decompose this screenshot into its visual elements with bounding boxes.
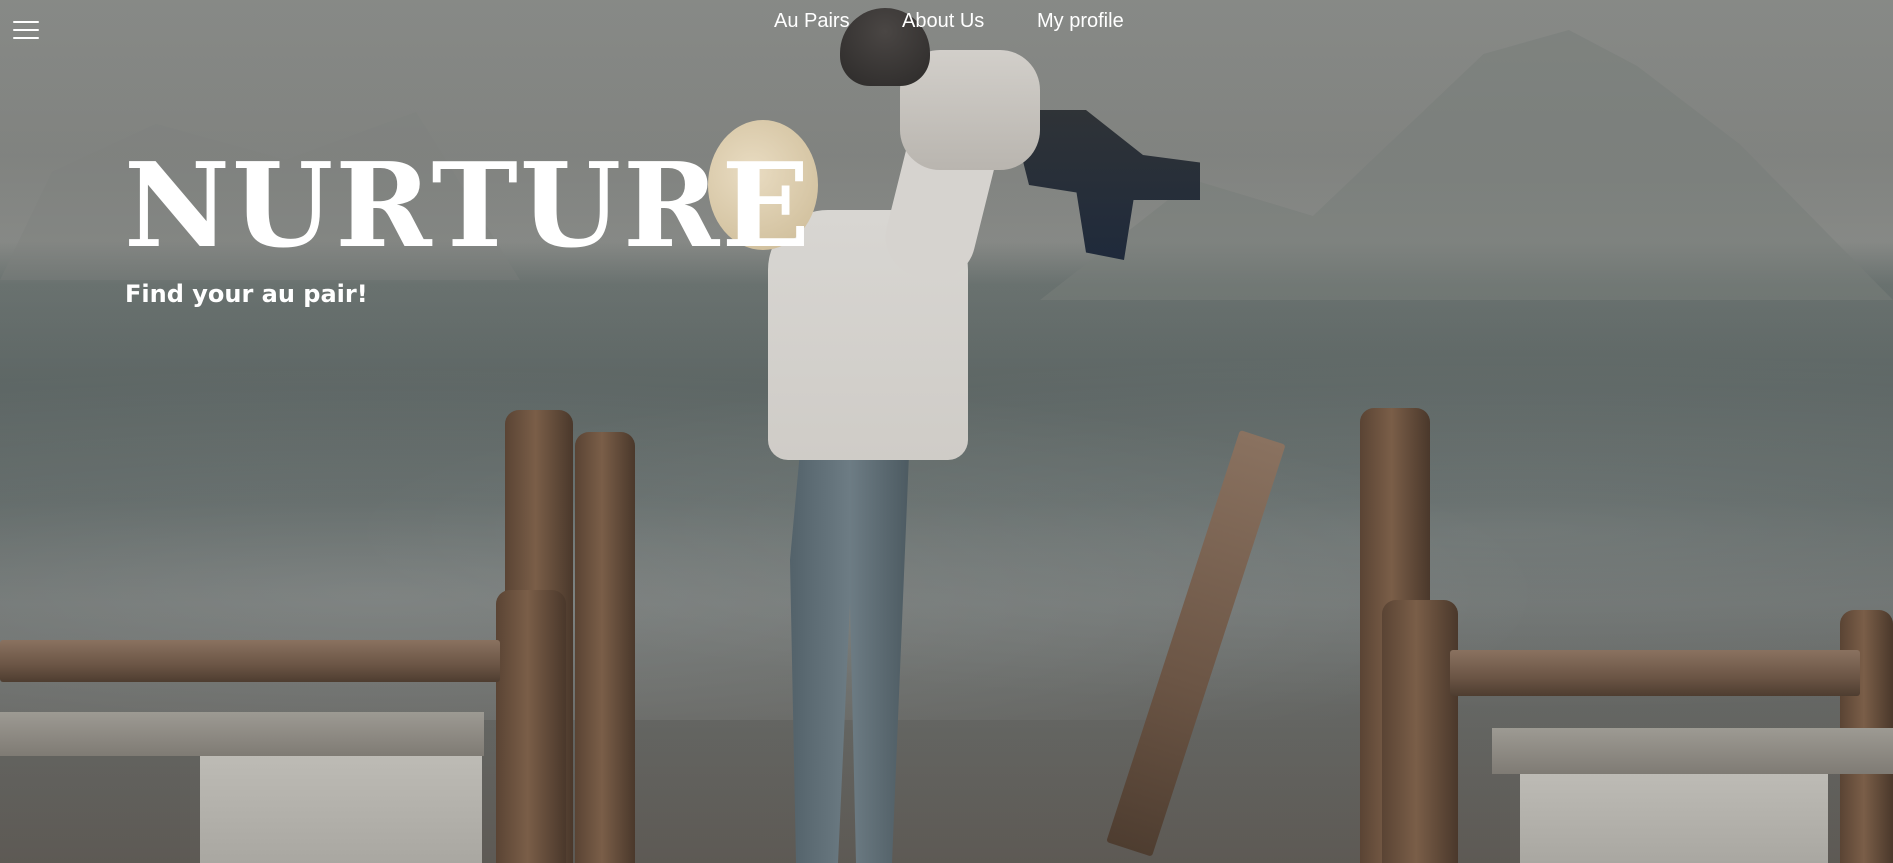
- menu-icon-bar: [13, 21, 39, 23]
- hamburger-menu-icon[interactable]: [13, 19, 39, 43]
- menu-icon-bar: [13, 37, 39, 39]
- nav-link-about-us[interactable]: About Us: [902, 10, 984, 33]
- stone-slab: [1492, 728, 1893, 774]
- hero-section: Au Pairs About Us My profile NURTURE Fin…: [0, 0, 1893, 863]
- stone-block: [1520, 774, 1828, 863]
- nav-link-au-pairs[interactable]: Au Pairs: [774, 10, 850, 33]
- fence-post: [496, 590, 566, 863]
- background-mountain: [1040, 30, 1893, 300]
- stone-block: [200, 756, 482, 863]
- fence-post: [575, 432, 635, 863]
- hero-title: NURTURE: [124, 138, 812, 274]
- fence-post: [1382, 600, 1458, 863]
- hero-subtitle: Find your au pair!: [125, 280, 368, 308]
- stone-slab: [0, 712, 484, 756]
- nav-link-my-profile[interactable]: My profile: [1037, 10, 1124, 33]
- fence-rail: [0, 640, 500, 682]
- fence-rail: [1450, 650, 1860, 696]
- menu-icon-bar: [13, 29, 39, 31]
